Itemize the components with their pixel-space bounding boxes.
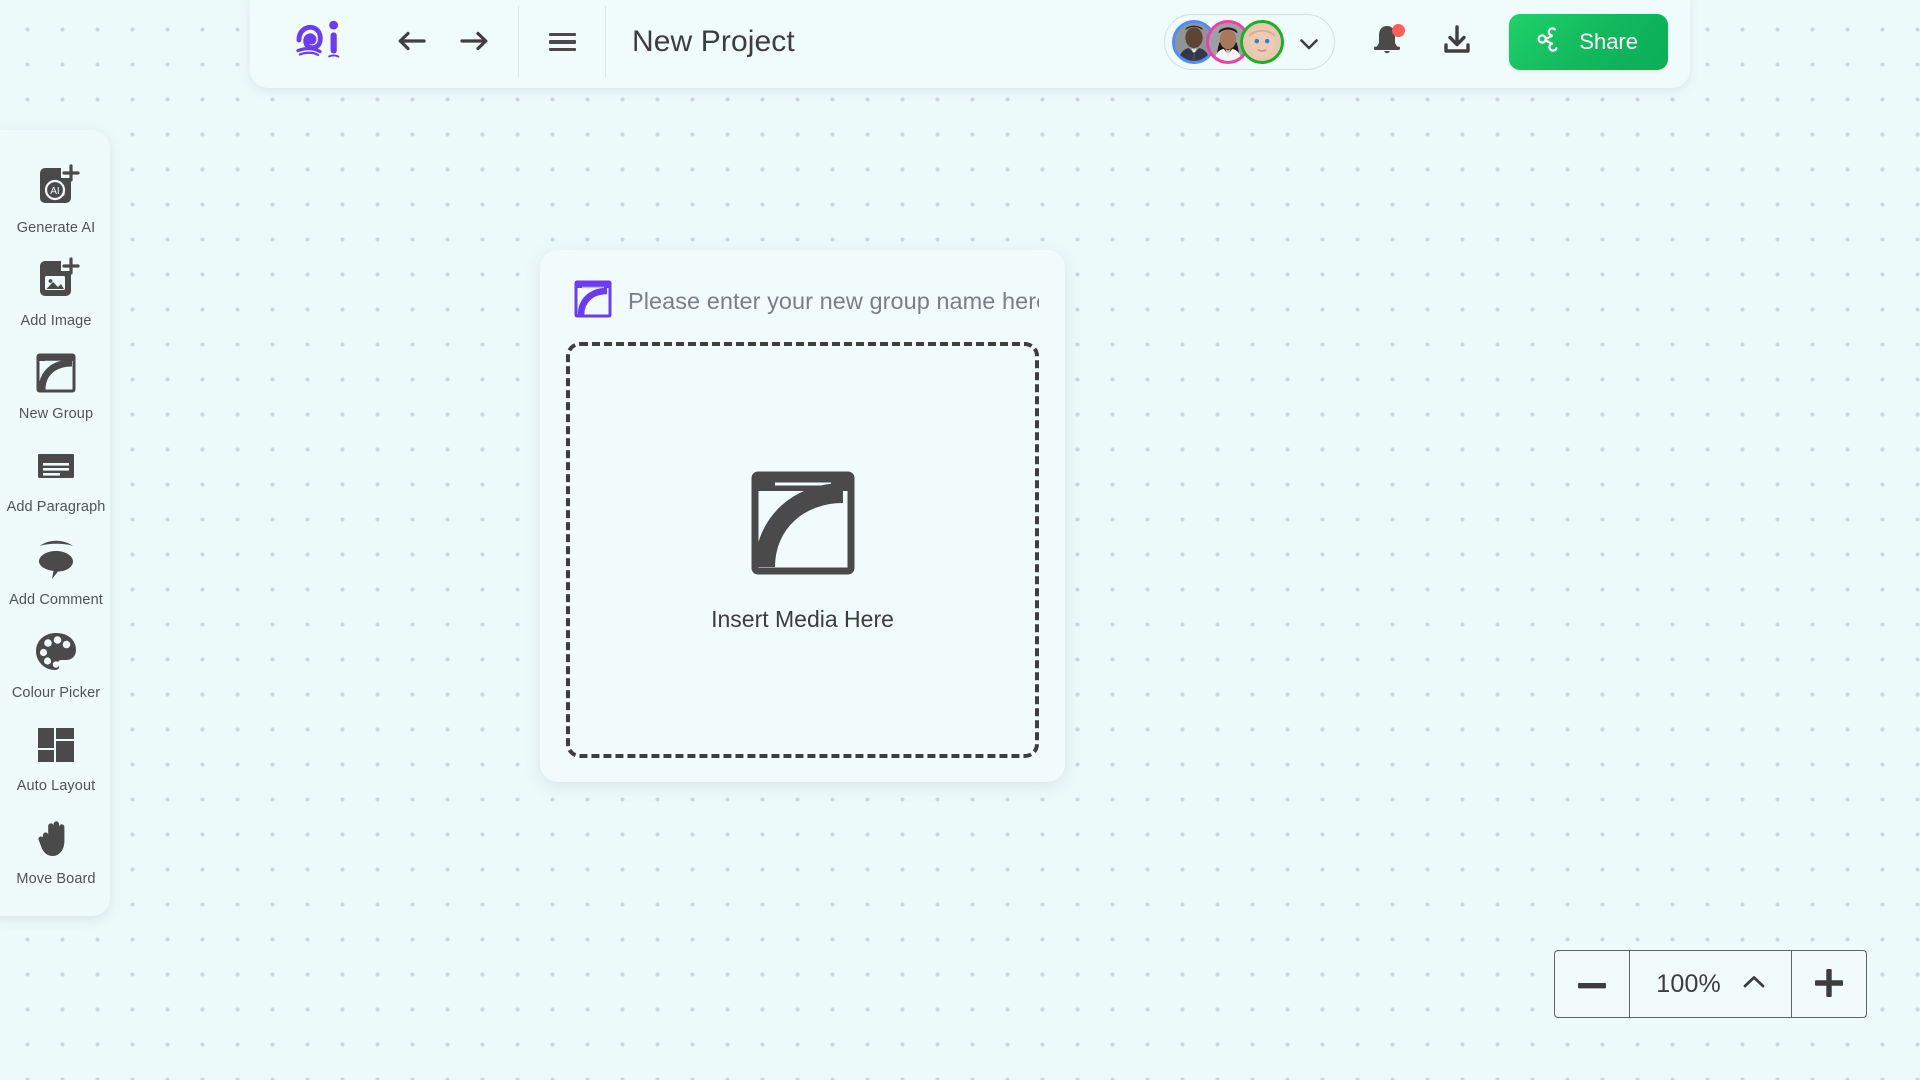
tool-label: Generate AI bbox=[16, 220, 96, 236]
download-icon bbox=[1441, 24, 1473, 61]
tool-auto-layout[interactable]: Auto Layout bbox=[2, 710, 110, 803]
tool-generate-ai[interactable]: AI Generate AI bbox=[2, 152, 110, 245]
zoom-out-button[interactable] bbox=[1555, 951, 1629, 1017]
notifications-button[interactable] bbox=[1361, 16, 1413, 68]
share-icon bbox=[1535, 25, 1563, 59]
tool-label: Add Image bbox=[20, 313, 92, 329]
group-icon bbox=[574, 280, 612, 323]
tool-label: New Group bbox=[18, 406, 94, 422]
move-board-icon bbox=[30, 812, 82, 864]
avatar-stack bbox=[1172, 20, 1285, 64]
arrow-right-icon bbox=[458, 27, 490, 58]
tool-add-paragraph[interactable]: Add Paragraph bbox=[2, 431, 110, 524]
undo-button[interactable] bbox=[390, 20, 434, 64]
zoom-control: 100% bbox=[1554, 950, 1867, 1018]
zoom-in-button[interactable] bbox=[1792, 951, 1866, 1017]
chevron-down-icon bbox=[1300, 37, 1319, 49]
generate-ai-icon: AI bbox=[30, 161, 82, 213]
add-image-icon bbox=[30, 254, 82, 306]
zoom-level-label: 100% bbox=[1656, 969, 1721, 998]
colour-picker-icon bbox=[30, 626, 82, 678]
ai-logo-icon bbox=[291, 19, 349, 65]
tool-new-group[interactable]: New Group bbox=[2, 338, 110, 431]
tool-label: Auto Layout bbox=[16, 778, 96, 794]
group-name-input[interactable] bbox=[628, 287, 1039, 315]
share-button[interactable]: Share bbox=[1509, 14, 1668, 70]
add-comment-icon bbox=[30, 533, 82, 585]
tool-colour-picker[interactable]: Colour Picker bbox=[2, 617, 110, 710]
collaborators-pill[interactable] bbox=[1164, 14, 1336, 70]
left-toolbar: AI Generate AI Add Image New Group Add P… bbox=[0, 130, 110, 916]
dropzone-label: Insert Media Here bbox=[711, 606, 894, 632]
minus-icon bbox=[1578, 977, 1607, 992]
notification-badge bbox=[1392, 24, 1406, 37]
avatar[interactable] bbox=[1240, 20, 1285, 64]
add-paragraph-icon bbox=[30, 440, 82, 492]
tool-add-comment[interactable]: Add Comment bbox=[2, 524, 110, 617]
tool-label: Add Comment bbox=[9, 592, 103, 608]
tool-move-board[interactable]: Move Board bbox=[2, 803, 110, 896]
redo-button[interactable] bbox=[452, 20, 496, 64]
zoom-value-group[interactable]: 100% bbox=[1630, 951, 1791, 1017]
project-title[interactable]: New Project bbox=[606, 25, 795, 59]
tool-label: Colour Picker bbox=[11, 685, 101, 701]
media-dropzone[interactable]: Insert Media Here bbox=[566, 342, 1039, 758]
new-group-icon bbox=[30, 347, 82, 399]
media-frame-icon bbox=[747, 467, 859, 584]
arrow-left-icon bbox=[396, 27, 428, 58]
hamburger-icon bbox=[548, 29, 576, 56]
tool-label: Add Paragraph bbox=[6, 499, 106, 515]
top-bar: New Project Share bbox=[250, 0, 1690, 88]
share-button-label: Share bbox=[1579, 29, 1638, 54]
plus-icon bbox=[1815, 968, 1843, 1000]
tool-add-image[interactable]: Add Image bbox=[2, 245, 110, 338]
menu-button[interactable] bbox=[519, 6, 605, 78]
auto-layout-icon bbox=[30, 719, 82, 771]
chevron-up-icon[interactable] bbox=[1743, 975, 1765, 993]
app-logo[interactable] bbox=[250, 6, 390, 78]
svg-text:AI: AI bbox=[50, 186, 59, 197]
download-button[interactable] bbox=[1431, 16, 1483, 68]
group-card: Insert Media Here bbox=[540, 250, 1065, 782]
tool-label: Move Board bbox=[16, 871, 96, 887]
